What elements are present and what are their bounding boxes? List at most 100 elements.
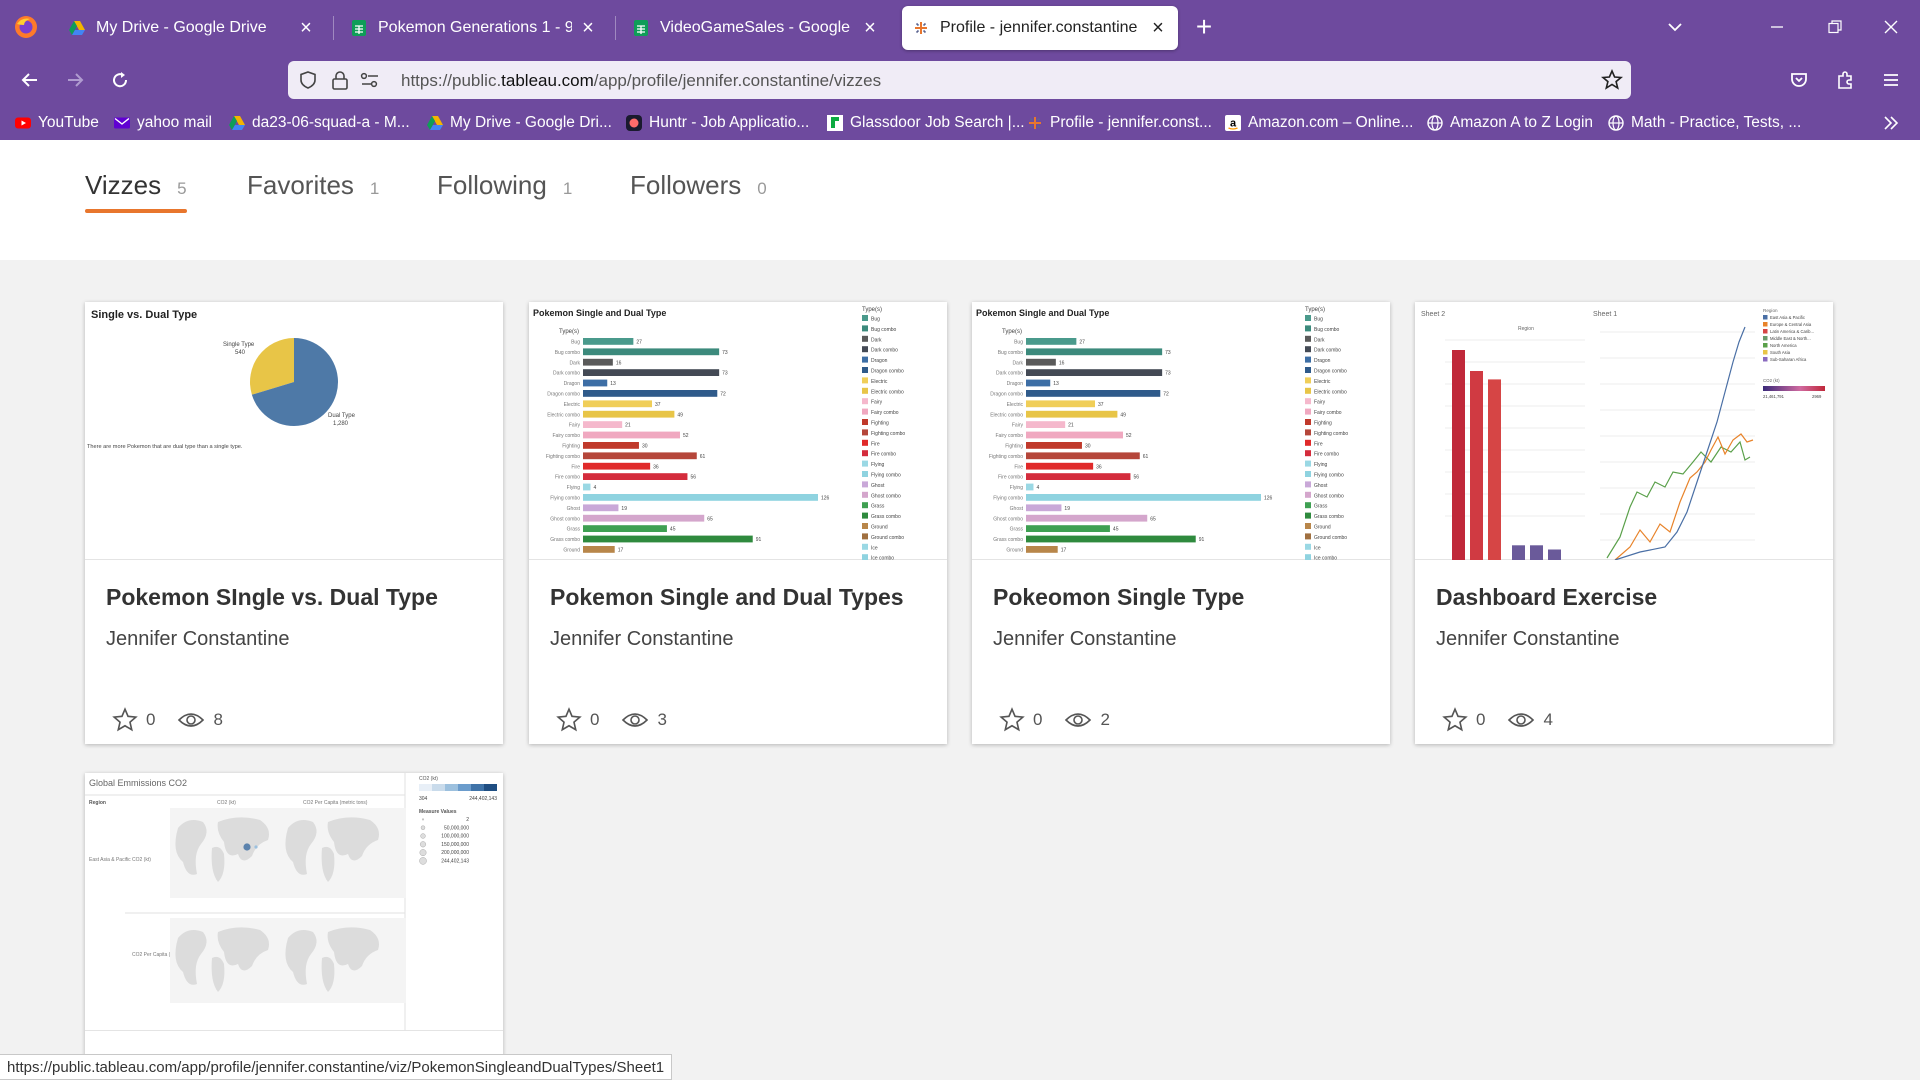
close-tab-icon[interactable]: × [1148, 18, 1168, 38]
bookmark-item[interactable]: Huntr - Job Applicatio... [625, 112, 809, 134]
legend-swatch [862, 491, 868, 498]
close-tab-icon[interactable]: × [296, 18, 316, 38]
viz-title[interactable]: Pokeomon Single Type [993, 584, 1244, 611]
svg-text:a: a [1230, 118, 1237, 130]
favorite-star-icon[interactable] [556, 707, 582, 733]
extensions-icon[interactable] [1829, 64, 1861, 96]
thumbnail-image: Sheet 2 Region Sheet 1 Region East Asia & Pa… [1421, 308, 1825, 560]
bookmark-item[interactable]: da23-06-squad-a - M... [228, 112, 410, 134]
bookmark-item[interactable]: Amazon A to Z Login [1426, 112, 1593, 134]
legend-swatch [1305, 387, 1311, 394]
list-all-tabs-icon[interactable] [1660, 12, 1690, 42]
restore-icon[interactable] [1820, 12, 1850, 42]
legend-label: Ghost [1314, 483, 1328, 489]
browser-tab[interactable]: Pokemon Generations 1 - 9 - Go × [340, 6, 608, 50]
viz-author[interactable]: Jennifer Constantine [106, 628, 289, 651]
favorite-star-icon[interactable] [1442, 707, 1468, 733]
map-point [243, 843, 251, 851]
bar-category-label: Bug [571, 340, 580, 346]
legend-label: Grass combo [871, 514, 901, 520]
bar-value-label: 45 [670, 527, 676, 533]
profile-tab-vizzes[interactable]: Vizzes 5 [85, 170, 187, 201]
bookmark-item[interactable]: a Amazon.com – Online... [1224, 112, 1413, 134]
back-button[interactable] [14, 64, 46, 96]
viz-thumbnail[interactable]: Single vs. Dual Type Single Type 540 Dual T… [85, 302, 503, 560]
reload-button[interactable] [104, 64, 136, 96]
viz-card[interactable]: Single vs. Dual Type Single Type 540 Dual T… [85, 302, 503, 744]
bar-value-label: 73 [722, 350, 728, 356]
browser-tab[interactable]: My Drive - Google Drive × [58, 6, 326, 50]
legend-swatch [1763, 322, 1768, 327]
bookmark-item[interactable]: Profile - jennifer.const... [1026, 112, 1212, 134]
viz-thumbnail[interactable]: Sheet 2 Region Sheet 1 Region East Asia & Pa… [1415, 302, 1833, 560]
site-permissions-icon[interactable] [360, 71, 380, 89]
thumbnail-image: Single vs. Dual Type Single Type 540 Dual T… [87, 309, 356, 450]
bookmark-star-icon[interactable] [1601, 69, 1623, 91]
bar-value-label: 73 [722, 371, 728, 377]
bar-category-label: Ghost [1010, 506, 1024, 512]
bar [1452, 350, 1465, 560]
url-text[interactable]: https://public.tableau.com/app/profile/j… [401, 71, 881, 91]
viz-card[interactable]: Sheet 2 Region Sheet 1 Region East Asia & Pa… [1415, 302, 1833, 744]
url-bar[interactable]: https://public.tableau.com/app/profile/j… [288, 61, 1631, 99]
viz-thumbnail[interactable]: Pokemon Single and Dual Type Type(s) Bug 27… [972, 302, 1390, 560]
favorite-star-icon[interactable] [112, 707, 138, 733]
viz-thumbnail[interactable]: Pokemon Single and Dual Type Type(s) Bug 27… [529, 302, 947, 560]
minimize-icon[interactable] [1762, 12, 1792, 42]
profile-tab-following[interactable]: Following 1 [437, 170, 572, 201]
legend-label: Fighting [871, 421, 889, 427]
pocket-icon[interactable] [1783, 64, 1815, 96]
browser-tab[interactable]: Profile - jennifer.constantine | Ta × [902, 6, 1178, 50]
close-tab-icon[interactable]: × [578, 18, 598, 38]
viz-title[interactable]: Dashboard Exercise [1436, 584, 1657, 611]
viz-card[interactable]: Pokemon Single and Dual Type Type(s) Bug 27… [529, 302, 947, 744]
legend-label: Flying combo [1314, 473, 1344, 479]
lock-icon[interactable] [331, 70, 349, 90]
menu-hamburger-icon[interactable] [1875, 64, 1907, 96]
legend-label: 2 [466, 817, 469, 823]
bar-value-label: 73 [1165, 350, 1171, 356]
legend-swatch [862, 502, 868, 509]
legend-swatch [862, 543, 868, 550]
thumb-title: Single vs. Dual Type [91, 309, 197, 321]
legend-label: Grass combo [1314, 514, 1344, 520]
legend-label: Ghost combo [1314, 493, 1344, 499]
legend-range-label: 21,461,791 [1763, 394, 1785, 399]
profile-tab-favorites[interactable]: Favorites 1 [247, 170, 379, 201]
bookmark-item[interactable]: Math - Practice, Tests, ... [1607, 112, 1801, 134]
browser-tab[interactable]: VideoGameSales - Google Shee × [622, 6, 890, 50]
viz-card[interactable]: Pokemon Single and Dual Type Type(s) Bug 27… [972, 302, 1390, 744]
bar-value-label: 72 [1163, 392, 1169, 398]
active-tab-underline [85, 209, 187, 213]
viz-title[interactable]: Pokemon SIngle vs. Dual Type [106, 584, 438, 611]
bookmark-item[interactable]: Glassdoor Job Search |... [826, 112, 1025, 134]
close-window-icon[interactable] [1876, 12, 1906, 42]
bar [1026, 338, 1077, 345]
legend-swatch [862, 460, 868, 467]
viz-card[interactable]: Global Emmissions CO2 Region CO2 (kt) CO2 P… [85, 773, 503, 1063]
favorite-star-icon[interactable] [999, 707, 1025, 733]
legend-swatch [1305, 543, 1311, 550]
google-drive-icon [229, 116, 245, 130]
new-tab-button[interactable]: + [1190, 13, 1218, 42]
viz-title[interactable]: Pokemon Single and Dual Types [550, 584, 904, 611]
more-bookmarks-chevron-icon[interactable] [1882, 114, 1900, 132]
profile-tab-followers[interactable]: Followers 0 [630, 170, 767, 201]
bookmark-item[interactable]: YouTube [14, 112, 99, 134]
viz-author[interactable]: Jennifer Constantine [550, 628, 733, 651]
close-tab-icon[interactable]: × [860, 18, 880, 38]
bar [1026, 525, 1110, 532]
bar [583, 546, 615, 553]
legend-label: Electric [871, 379, 888, 385]
tracking-protection-shield-icon[interactable] [298, 70, 318, 90]
viz-author[interactable]: Jennifer Constantine [993, 628, 1176, 651]
viz-author[interactable]: Jennifer Constantine [1436, 628, 1619, 651]
bookmark-item[interactable]: yahoo mail [113, 112, 212, 134]
viz-thumbnail[interactable]: Global Emmissions CO2 Region CO2 (kt) CO2 P… [85, 773, 503, 1031]
forward-button[interactable] [59, 64, 91, 96]
bookmark-item[interactable]: My Drive - Google Dri... [426, 112, 612, 134]
tab-title: VideoGameSales - Google Shee [660, 19, 854, 36]
firefox-icon[interactable] [14, 15, 38, 39]
row-label: CO2 (kt) [132, 857, 151, 863]
size-legend-circle [419, 849, 427, 857]
